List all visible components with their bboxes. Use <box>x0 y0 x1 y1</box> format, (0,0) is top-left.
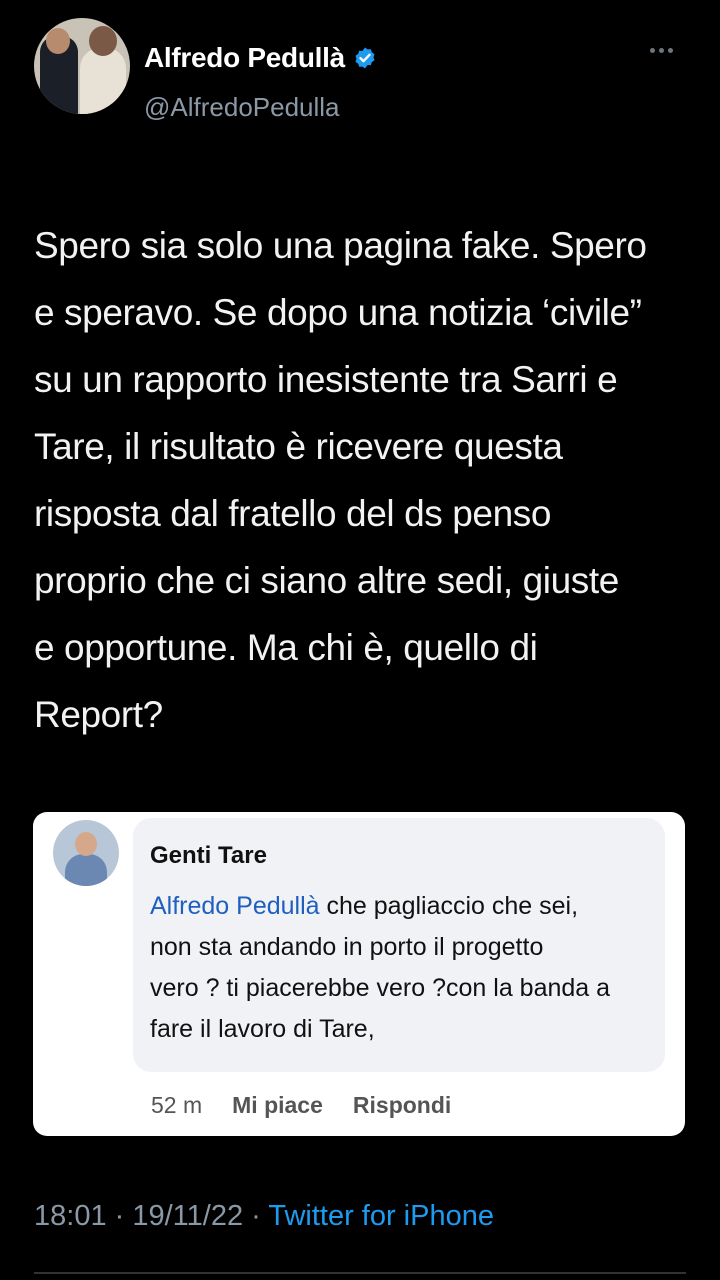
comment-mention: Alfredo Pedullà <box>150 892 320 920</box>
tweet-source-link[interactable]: Twitter for iPhone <box>268 1200 494 1232</box>
tweet-line: e speravo. Se dopo una notizia ‘civile” <box>34 292 642 333</box>
divider <box>34 1272 686 1274</box>
comment-line: vero ? ti piacerebbe vero ?con la banda … <box>150 974 611 1002</box>
comment-line: fare il lavoro di Tare, <box>150 1015 375 1043</box>
author-name-row: Alfredo Pedullà <box>144 42 377 74</box>
commenter-avatar <box>53 820 119 886</box>
comment-actions: 52 m Mi piace Rispondi <box>151 1092 451 1119</box>
comment-like-label: Mi piace <box>232 1092 323 1118</box>
tweet-text: Spero sia solo una pagina fake. Spero e … <box>34 212 694 748</box>
comment-line: Alfredo Pedullà che pagliaccio che sei, <box>150 886 660 927</box>
tweet-line: Tare, il risultato è ricevere questa <box>34 426 563 467</box>
comment-line-rest: che pagliaccio che sei, <box>319 892 579 920</box>
comment-text: Alfredo Pedullà che pagliaccio che sei, … <box>150 886 660 1050</box>
comment-bubble: Genti Tare Alfredo Pedullà che pagliacci… <box>133 818 665 1072</box>
tweet-line: proprio che ci siano altre sedi, giuste <box>34 560 619 601</box>
author-display-name[interactable]: Alfredo Pedullà <box>144 42 345 74</box>
comment-reply-label: Rispondi <box>352 1092 452 1118</box>
tweet-line: e opportune. Ma chi è, quello di <box>34 627 538 668</box>
commenter-name: Genti Tare <box>150 842 267 869</box>
more-options-icon[interactable] <box>650 48 680 58</box>
tweet-line: risposta dal fratello del ds penso <box>34 493 552 534</box>
tweet-header: Alfredo Pedullà @AlfredoPedulla <box>34 18 684 150</box>
comment-line: non sta andando in porto il progetto <box>150 933 544 961</box>
tweet-meta: 18:01 · 19/11/22 · Twitter for iPhone <box>34 1200 494 1233</box>
tweet-line: Report? <box>34 694 163 735</box>
tweet-line: Spero sia solo una pagina fake. Spero <box>34 225 647 266</box>
tweet-timestamp[interactable]: 18:01 · 19/11/22 · <box>34 1200 268 1232</box>
tweet-line: su un rapporto inesistente tra Sarri e <box>34 359 618 400</box>
comment-time: 52 m <box>151 1092 203 1118</box>
author-avatar[interactable] <box>34 18 130 114</box>
attached-comment-image[interactable]: Genti Tare Alfredo Pedullà che pagliacci… <box>33 812 685 1136</box>
author-handle[interactable]: @AlfredoPedulla <box>144 92 340 123</box>
verified-badge-icon <box>355 47 375 69</box>
